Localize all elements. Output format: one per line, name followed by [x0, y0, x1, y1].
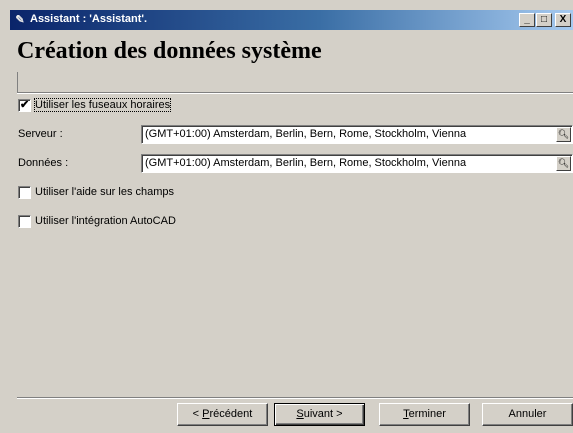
- footer-separator-highlight: [17, 398, 573, 399]
- previous-prefix: <: [192, 408, 203, 420]
- data-label: Données :: [18, 157, 69, 169]
- server-timezone-field[interactable]: (GMT+01:00) Amsterdam, Berlin, Bern, Rom…: [141, 125, 573, 144]
- window-title: Assistant : 'Assistant'.: [30, 13, 148, 25]
- server-label: Serveur :: [18, 128, 63, 140]
- wizard-icon: ✎: [15, 14, 25, 26]
- close-button[interactable]: X: [555, 13, 571, 27]
- finish-label: erminer: [408, 408, 446, 420]
- autocad-checkbox[interactable]: [18, 215, 31, 228]
- field-help-label[interactable]: Utiliser l'aide sur les champs: [35, 186, 174, 198]
- field-help-checkbox[interactable]: [18, 186, 31, 199]
- search-icon[interactable]: 🔍︎: [556, 156, 571, 171]
- header-separator-highlight: [17, 93, 573, 94]
- search-icon[interactable]: 🔍︎: [556, 127, 571, 142]
- previous-mnemonic: P: [202, 408, 210, 420]
- check-mark-icon: ✔: [20, 99, 30, 111]
- header-divider: [17, 72, 18, 92]
- data-timezone-value: (GMT+01:00) Amsterdam, Berlin, Bern, Rom…: [145, 157, 467, 169]
- next-mnemonic: S: [296, 408, 304, 420]
- wizard-window: ✎ Assistant : 'Assistant'. _ □ X Créatio…: [10, 10, 573, 433]
- next-suffix: >: [333, 408, 343, 420]
- previous-button[interactable]: < Précédent: [177, 403, 268, 426]
- maximize-button[interactable]: □: [536, 13, 552, 27]
- data-timezone-field[interactable]: (GMT+01:00) Amsterdam, Berlin, Bern, Rom…: [141, 154, 573, 173]
- next-label: uivant: [303, 408, 334, 420]
- finish-button[interactable]: Terminer: [379, 403, 470, 426]
- wizard-header: Création des données système: [10, 30, 573, 94]
- page-title: Création des données système: [17, 38, 322, 64]
- timezones-checkbox[interactable]: ✔: [18, 99, 31, 112]
- title-bar[interactable]: ✎ Assistant : 'Assistant'. _ □ X: [10, 10, 573, 30]
- previous-label: récédent: [209, 408, 253, 420]
- server-timezone-value: (GMT+01:00) Amsterdam, Berlin, Bern, Rom…: [145, 128, 467, 140]
- timezones-label[interactable]: Utiliser les fuseaux horaires: [33, 98, 172, 112]
- minimize-button[interactable]: _: [519, 13, 535, 27]
- cancel-button[interactable]: Annuler: [482, 403, 573, 426]
- autocad-label[interactable]: Utiliser l'intégration AutoCAD: [35, 215, 176, 227]
- next-button[interactable]: Suivant >: [274, 403, 365, 426]
